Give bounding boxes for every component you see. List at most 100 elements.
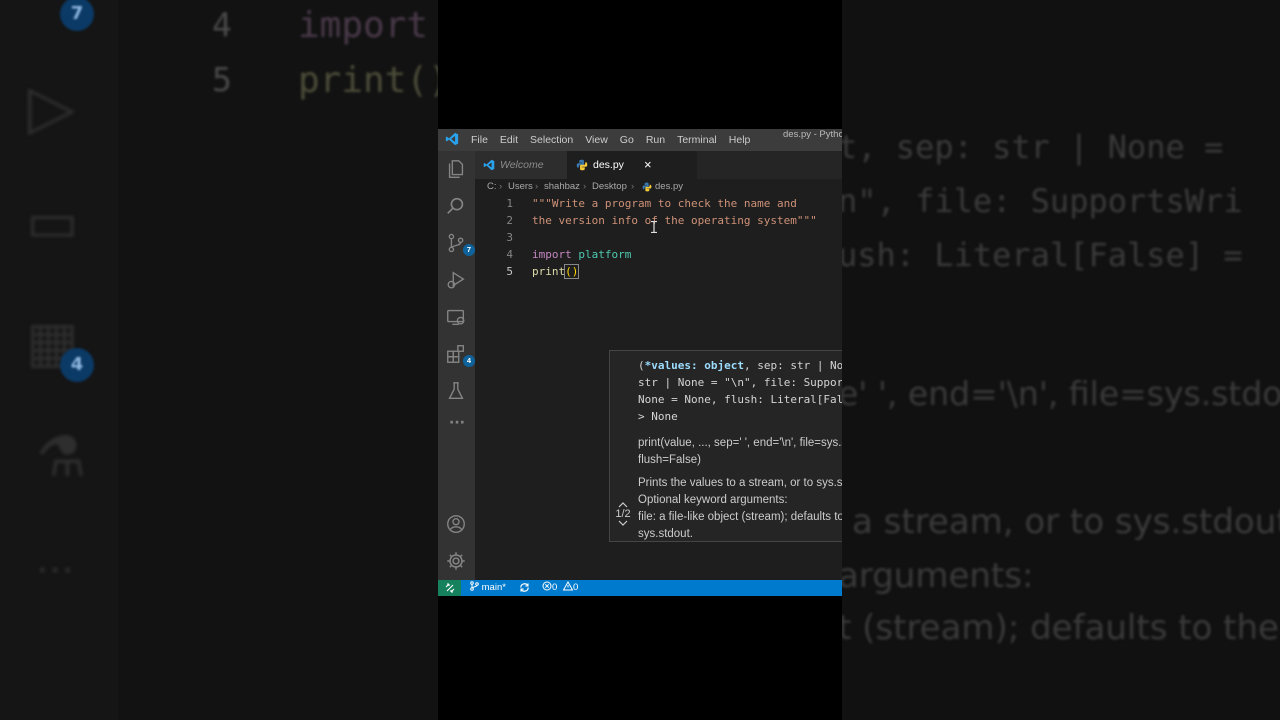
blurred-line-number: 4 — [212, 5, 232, 44]
settings-gear-icon[interactable] — [445, 550, 469, 574]
blurred-flask-icon: ⚗ — [36, 425, 87, 490]
breadcrumb: C: › Users › shahbaz › Desktop › des.py — [475, 179, 842, 195]
signature-line-1: (*values: object, sep: str | None = — [638, 359, 842, 372]
line-number-current: 5 — [506, 265, 513, 278]
menu-go[interactable]: Go — [620, 129, 634, 151]
menu-view[interactable]: View — [585, 129, 608, 151]
line-number: 1 — [506, 197, 513, 210]
blurred-text: e' ', end='\n', file=sys.stdo — [842, 374, 1280, 413]
tab-label: Welcome — [500, 159, 544, 171]
blurred-code: import — [298, 5, 429, 46]
menu-terminal[interactable]: Terminal — [677, 129, 717, 151]
vscode-logo-icon — [445, 132, 459, 146]
code-line-5: print() — [532, 263, 580, 280]
code-editor[interactable]: 1 2 3 4 5 """Write a program to check th… — [475, 195, 842, 580]
source-control-icon[interactable]: 7 — [445, 232, 475, 256]
error-count: 0 — [552, 582, 558, 593]
keyword: import — [532, 248, 572, 261]
extensions-badge: 4 — [463, 355, 475, 367]
chevron-down-icon[interactable] — [618, 520, 628, 527]
remote-explorer-icon[interactable] — [445, 306, 469, 330]
source-control-badge: 7 — [463, 244, 475, 256]
blurred-text: ush: Literal[False] = — [842, 236, 1243, 274]
active-parameter: *values: object — [644, 359, 744, 372]
blurred-badge: 4 — [60, 348, 94, 382]
overload-counter: 1/2 — [615, 508, 631, 520]
vscode-tab-icon — [483, 159, 495, 171]
remote-indicator[interactable] — [438, 580, 461, 596]
problems-indicator[interactable]: 0 0 — [542, 580, 578, 596]
code-line-4: import platform — [532, 246, 631, 263]
close-tab-icon[interactable]: × — [644, 151, 652, 179]
blurred-code: print() — [298, 60, 438, 101]
doc-text-line-2: Optional keyword arguments: — [638, 494, 788, 506]
tab-welcome[interactable]: Welcome — [475, 151, 567, 179]
doc-text-line-1: Prints the values to a stream, or to sys… — [638, 477, 842, 489]
extensions-icon[interactable]: 4 — [445, 343, 475, 367]
doc-signature-line-1: print(value, ..., sep=' ', end='\n', fil… — [638, 437, 842, 449]
python-file-icon — [576, 159, 588, 171]
tab-label: des.py — [593, 159, 624, 171]
menu-help[interactable]: Help — [729, 129, 751, 151]
remote-icon — [445, 583, 454, 593]
breadcrumb-item[interactable]: shahbaz — [544, 179, 580, 195]
breadcrumb-separator: › — [583, 181, 587, 192]
signature-line-4: > None — [638, 410, 678, 423]
testing-flask-icon[interactable] — [445, 380, 469, 404]
run-debug-icon[interactable] — [445, 269, 469, 293]
blurred-text: t, sep: str | None = — [842, 128, 1224, 166]
python-file-icon — [642, 182, 652, 192]
parentheses: () — [564, 264, 580, 279]
breadcrumb-item[interactable]: des.py — [655, 179, 683, 195]
sync-icon[interactable] — [519, 580, 530, 596]
status-bar: main* 0 0 — [438, 580, 842, 596]
breadcrumb-item[interactable]: Desktop — [592, 179, 627, 195]
more-icon[interactable]: ··· — [445, 415, 469, 439]
breadcrumb-item[interactable]: C: — [487, 179, 497, 195]
breadcrumb-separator: › — [499, 181, 503, 192]
breadcrumb-separator: › — [535, 181, 539, 192]
blurred-more-icon: ··· — [36, 548, 75, 594]
explorer-icon[interactable] — [445, 158, 469, 182]
chevron-up-icon[interactable] — [618, 501, 628, 508]
branch-name: main* — [481, 582, 506, 593]
tab-bar: Welcome des.py × — [475, 151, 842, 179]
menu-selection[interactable]: Selection — [530, 129, 573, 151]
title-bar: File Edit Selection View Go Run Terminal… — [438, 129, 842, 151]
blurred-background-right: t, sep: str | None = n", file: SupportsW… — [842, 0, 1280, 720]
branch-icon — [470, 581, 479, 591]
activity-bar: 7 4 ··· — [438, 151, 475, 580]
doc-text-line-4: sys.stdout. — [638, 528, 693, 540]
tab-des-py[interactable]: des.py × — [567, 151, 697, 179]
code-line-2: the version info of the operating system… — [532, 214, 817, 227]
blurred-run-icon: ▷ — [28, 70, 76, 143]
git-branch[interactable]: main* — [470, 580, 506, 596]
blurred-text: n", file: SupportsWri — [842, 182, 1243, 220]
warning-count: 0 — [572, 582, 579, 593]
breadcrumb-item[interactable]: Users — [508, 179, 533, 195]
function-name: print — [532, 265, 566, 278]
warning-icon — [562, 580, 574, 591]
overload-navigator[interactable]: 1/2 — [612, 501, 634, 527]
search-icon[interactable] — [445, 195, 469, 219]
text-cursor-icon — [651, 221, 657, 233]
error-icon — [542, 581, 552, 591]
doc-text-line-3: file: a file-like object (stream); defau… — [638, 511, 842, 523]
signature-help-popup[interactable]: (*values: object, sep: str | None = str … — [609, 350, 842, 542]
accounts-icon[interactable] — [445, 513, 469, 537]
blurred-text: arguments: — [842, 556, 1034, 596]
module-name: platform — [578, 248, 632, 261]
code-line-1: """Write a program to check the name and — [532, 197, 797, 210]
window-title: des.py - Pytho — [783, 129, 842, 140]
vscode-window: File Edit Selection View Go Run Terminal… — [438, 129, 842, 596]
line-number: 3 — [506, 231, 513, 244]
line-number: 2 — [506, 214, 513, 227]
menu-bar: File Edit Selection View Go Run Terminal… — [471, 129, 762, 151]
blurred-remote-icon: ▭ — [26, 190, 79, 255]
blurred-text: a stream, or to sys.stdout — [852, 502, 1280, 542]
menu-run[interactable]: Run — [646, 129, 665, 151]
menu-edit[interactable]: Edit — [500, 129, 518, 151]
menu-file[interactable]: File — [471, 129, 488, 151]
line-number: 4 — [506, 248, 513, 261]
breadcrumb-separator: › — [631, 181, 635, 192]
